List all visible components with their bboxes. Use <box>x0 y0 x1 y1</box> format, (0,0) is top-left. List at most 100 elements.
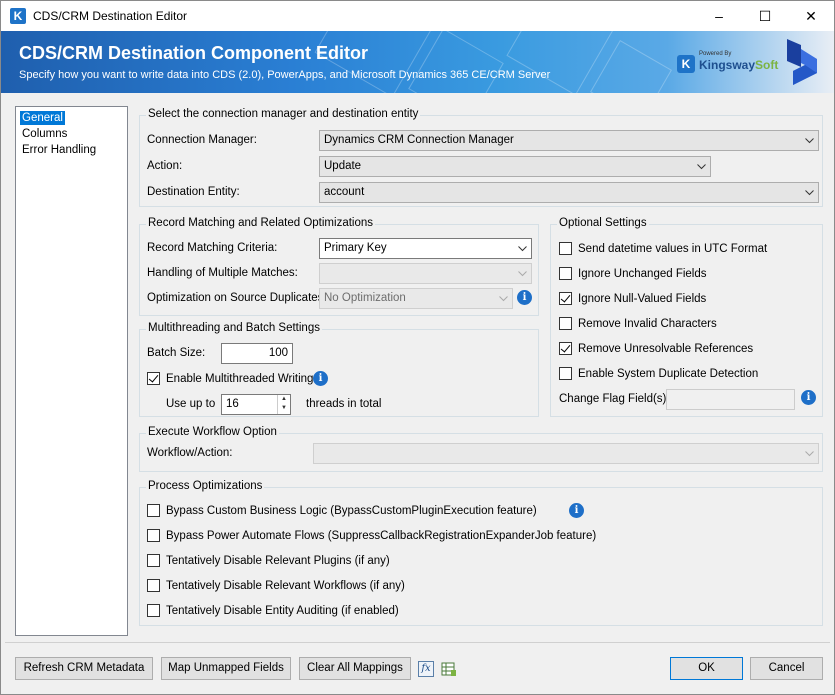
enable-multithreaded-checkbox[interactable] <box>147 372 160 385</box>
ignore-null-label: Ignore Null-Valued Fields <box>578 293 707 305</box>
matching-criteria-label: Record Matching Criteria: <box>147 242 278 254</box>
use-up-to-label: Use up to <box>166 398 216 410</box>
chevron-down-icon <box>805 138 814 144</box>
batch-size-label: Batch Size: <box>147 347 206 359</box>
chevron-down-icon <box>805 190 814 196</box>
disable-auditing-label: Tentatively Disable Entity Auditing (if … <box>166 605 399 617</box>
logo-name-part: Soft <box>755 58 779 72</box>
connection-manager-label: Connection Manager: <box>147 134 257 146</box>
change-flag-label: Change Flag Field(s): <box>559 393 670 405</box>
maximize-button[interactable]: ☐ <box>742 1 788 31</box>
destination-entity-value: account <box>324 186 365 198</box>
ok-button[interactable]: OK <box>670 657 743 680</box>
workflow-group-title: Execute Workflow Option <box>146 426 279 438</box>
threads-value: 16 <box>226 398 239 410</box>
remove-unresolvable-label: Remove Unresolvable References <box>578 343 754 355</box>
threads-suffix-label: threads in total <box>306 398 382 410</box>
chevron-down-icon <box>499 296 508 302</box>
multithreading-group-title: Multithreading and Batch Settings <box>146 322 322 334</box>
connection-manager-select[interactable]: Dynamics CRM Connection Manager <box>319 130 819 151</box>
ignore-unchanged-label: Ignore Unchanged Fields <box>578 268 707 280</box>
threads-spinner[interactable]: ▲ ▼ <box>277 395 290 414</box>
info-icon[interactable]: i <box>313 371 328 386</box>
header-banner: CDS/CRM Destination Component Editor Spe… <box>1 31 834 93</box>
window-title: CDS/CRM Destination Editor <box>33 9 188 23</box>
process-optimizations-group-title: Process Optimizations <box>146 480 265 492</box>
expression-fx-icon[interactable]: fx <box>418 661 434 677</box>
connection-manager-value: Dynamics CRM Connection Manager <box>324 134 514 146</box>
variables-grid-icon[interactable] <box>441 661 457 677</box>
ignore-unchanged-checkbox[interactable] <box>559 267 572 280</box>
cancel-button[interactable]: Cancel <box>750 657 823 680</box>
disable-auditing-checkbox[interactable] <box>147 604 160 617</box>
disable-plugins-label: Tentatively Disable Relevant Plugins (if… <box>166 555 390 567</box>
nav-item-error-handling[interactable]: Error Handling <box>20 143 98 157</box>
remove-invalid-chars-label: Remove Invalid Characters <box>578 318 717 330</box>
bypass-business-logic-checkbox[interactable] <box>147 504 160 517</box>
kingswaysoft-k-icon: K <box>677 55 695 73</box>
bypass-business-logic-label: Bypass Custom Business Logic (BypassCust… <box>166 505 537 517</box>
source-duplicates-select[interactable]: No Optimization <box>319 288 513 309</box>
utc-datetime-checkbox[interactable] <box>559 242 572 255</box>
footer-separator <box>5 642 830 643</box>
spin-up-icon[interactable]: ▲ <box>278 395 290 404</box>
disable-workflows-checkbox[interactable] <box>147 579 160 592</box>
nav-item-general[interactable]: General <box>20 111 65 125</box>
remove-unresolvable-checkbox[interactable] <box>559 342 572 355</box>
batch-size-input[interactable]: 100 <box>221 343 293 364</box>
banner-subtitle: Specify how you want to write data into … <box>19 69 551 81</box>
action-label: Action: <box>147 160 183 172</box>
minimize-button[interactable]: – <box>696 1 742 31</box>
chevron-down-icon <box>518 246 527 252</box>
action-value: Update <box>324 160 362 172</box>
source-duplicates-value: No Optimization <box>324 292 406 304</box>
workflow-action-select[interactable] <box>313 443 819 464</box>
duplicate-detection-checkbox[interactable] <box>559 367 572 380</box>
map-unmapped-button[interactable]: Map Unmapped Fields <box>161 657 291 680</box>
dynamics-logo-icon <box>787 39 817 85</box>
info-icon[interactable]: i <box>801 390 816 405</box>
close-button[interactable]: ✕ <box>788 1 834 31</box>
logo-powered-by: Powered By <box>699 51 732 57</box>
nav-item-columns[interactable]: Columns <box>20 127 69 141</box>
page-nav-list: General Columns Error Handling <box>15 106 128 636</box>
banner-title: CDS/CRM Destination Component Editor <box>19 43 368 63</box>
multiple-matches-label: Handling of Multiple Matches: <box>147 267 298 279</box>
info-icon[interactable]: i <box>517 290 532 305</box>
disable-workflows-label: Tentatively Disable Relevant Workflows (… <box>166 580 405 592</box>
threads-input[interactable]: 16 ▲ ▼ <box>221 394 291 415</box>
remove-invalid-chars-checkbox[interactable] <box>559 317 572 330</box>
record-matching-group-title: Record Matching and Related Optimization… <box>146 217 376 229</box>
matching-criteria-value: Primary Key <box>324 242 387 254</box>
chevron-down-icon <box>697 164 706 170</box>
workflow-action-label: Workflow/Action: <box>147 447 233 459</box>
kingswaysoft-logo: K Powered By KingswaySoft <box>677 51 778 75</box>
optional-settings-group-title: Optional Settings <box>557 217 649 229</box>
logo-name-part: Kingsway <box>699 58 756 72</box>
enable-multithreaded-label: Enable Multithreaded Writing <box>166 373 314 385</box>
multiple-matches-select[interactable] <box>319 263 532 284</box>
editor-window: K CDS/CRM Destination Editor – ☐ ✕ CDS/C… <box>0 0 835 695</box>
destination-entity-label: Destination Entity: <box>147 186 240 198</box>
disable-plugins-checkbox[interactable] <box>147 554 160 567</box>
clear-mappings-button[interactable]: Clear All Mappings <box>299 657 411 680</box>
destination-entity-select[interactable]: account <box>319 182 819 203</box>
ignore-null-checkbox[interactable] <box>559 292 572 305</box>
bypass-power-automate-checkbox[interactable] <box>147 529 160 542</box>
utc-datetime-label: Send datetime values in UTC Format <box>578 243 768 255</box>
spin-down-icon[interactable]: ▼ <box>278 404 290 413</box>
change-flag-input[interactable] <box>666 389 795 410</box>
chevron-down-icon <box>518 271 527 277</box>
refresh-metadata-button[interactable]: Refresh CRM Metadata <box>15 657 153 680</box>
bypass-power-automate-label: Bypass Power Automate Flows (SuppressCal… <box>166 530 597 542</box>
title-bar: K CDS/CRM Destination Editor – ☐ ✕ <box>1 1 834 31</box>
logo-name: KingswaySoft <box>699 58 778 72</box>
matching-criteria-select[interactable]: Primary Key <box>319 238 532 259</box>
action-select[interactable]: Update <box>319 156 711 177</box>
source-duplicates-label: Optimization on Source Duplicates: <box>147 292 327 304</box>
duplicate-detection-label: Enable System Duplicate Detection <box>578 368 759 380</box>
chevron-down-icon <box>805 451 814 457</box>
connection-group-title: Select the connection manager and destin… <box>146 108 421 120</box>
kingswaysoft-app-icon: K <box>10 8 26 24</box>
info-icon[interactable]: i <box>569 503 584 518</box>
